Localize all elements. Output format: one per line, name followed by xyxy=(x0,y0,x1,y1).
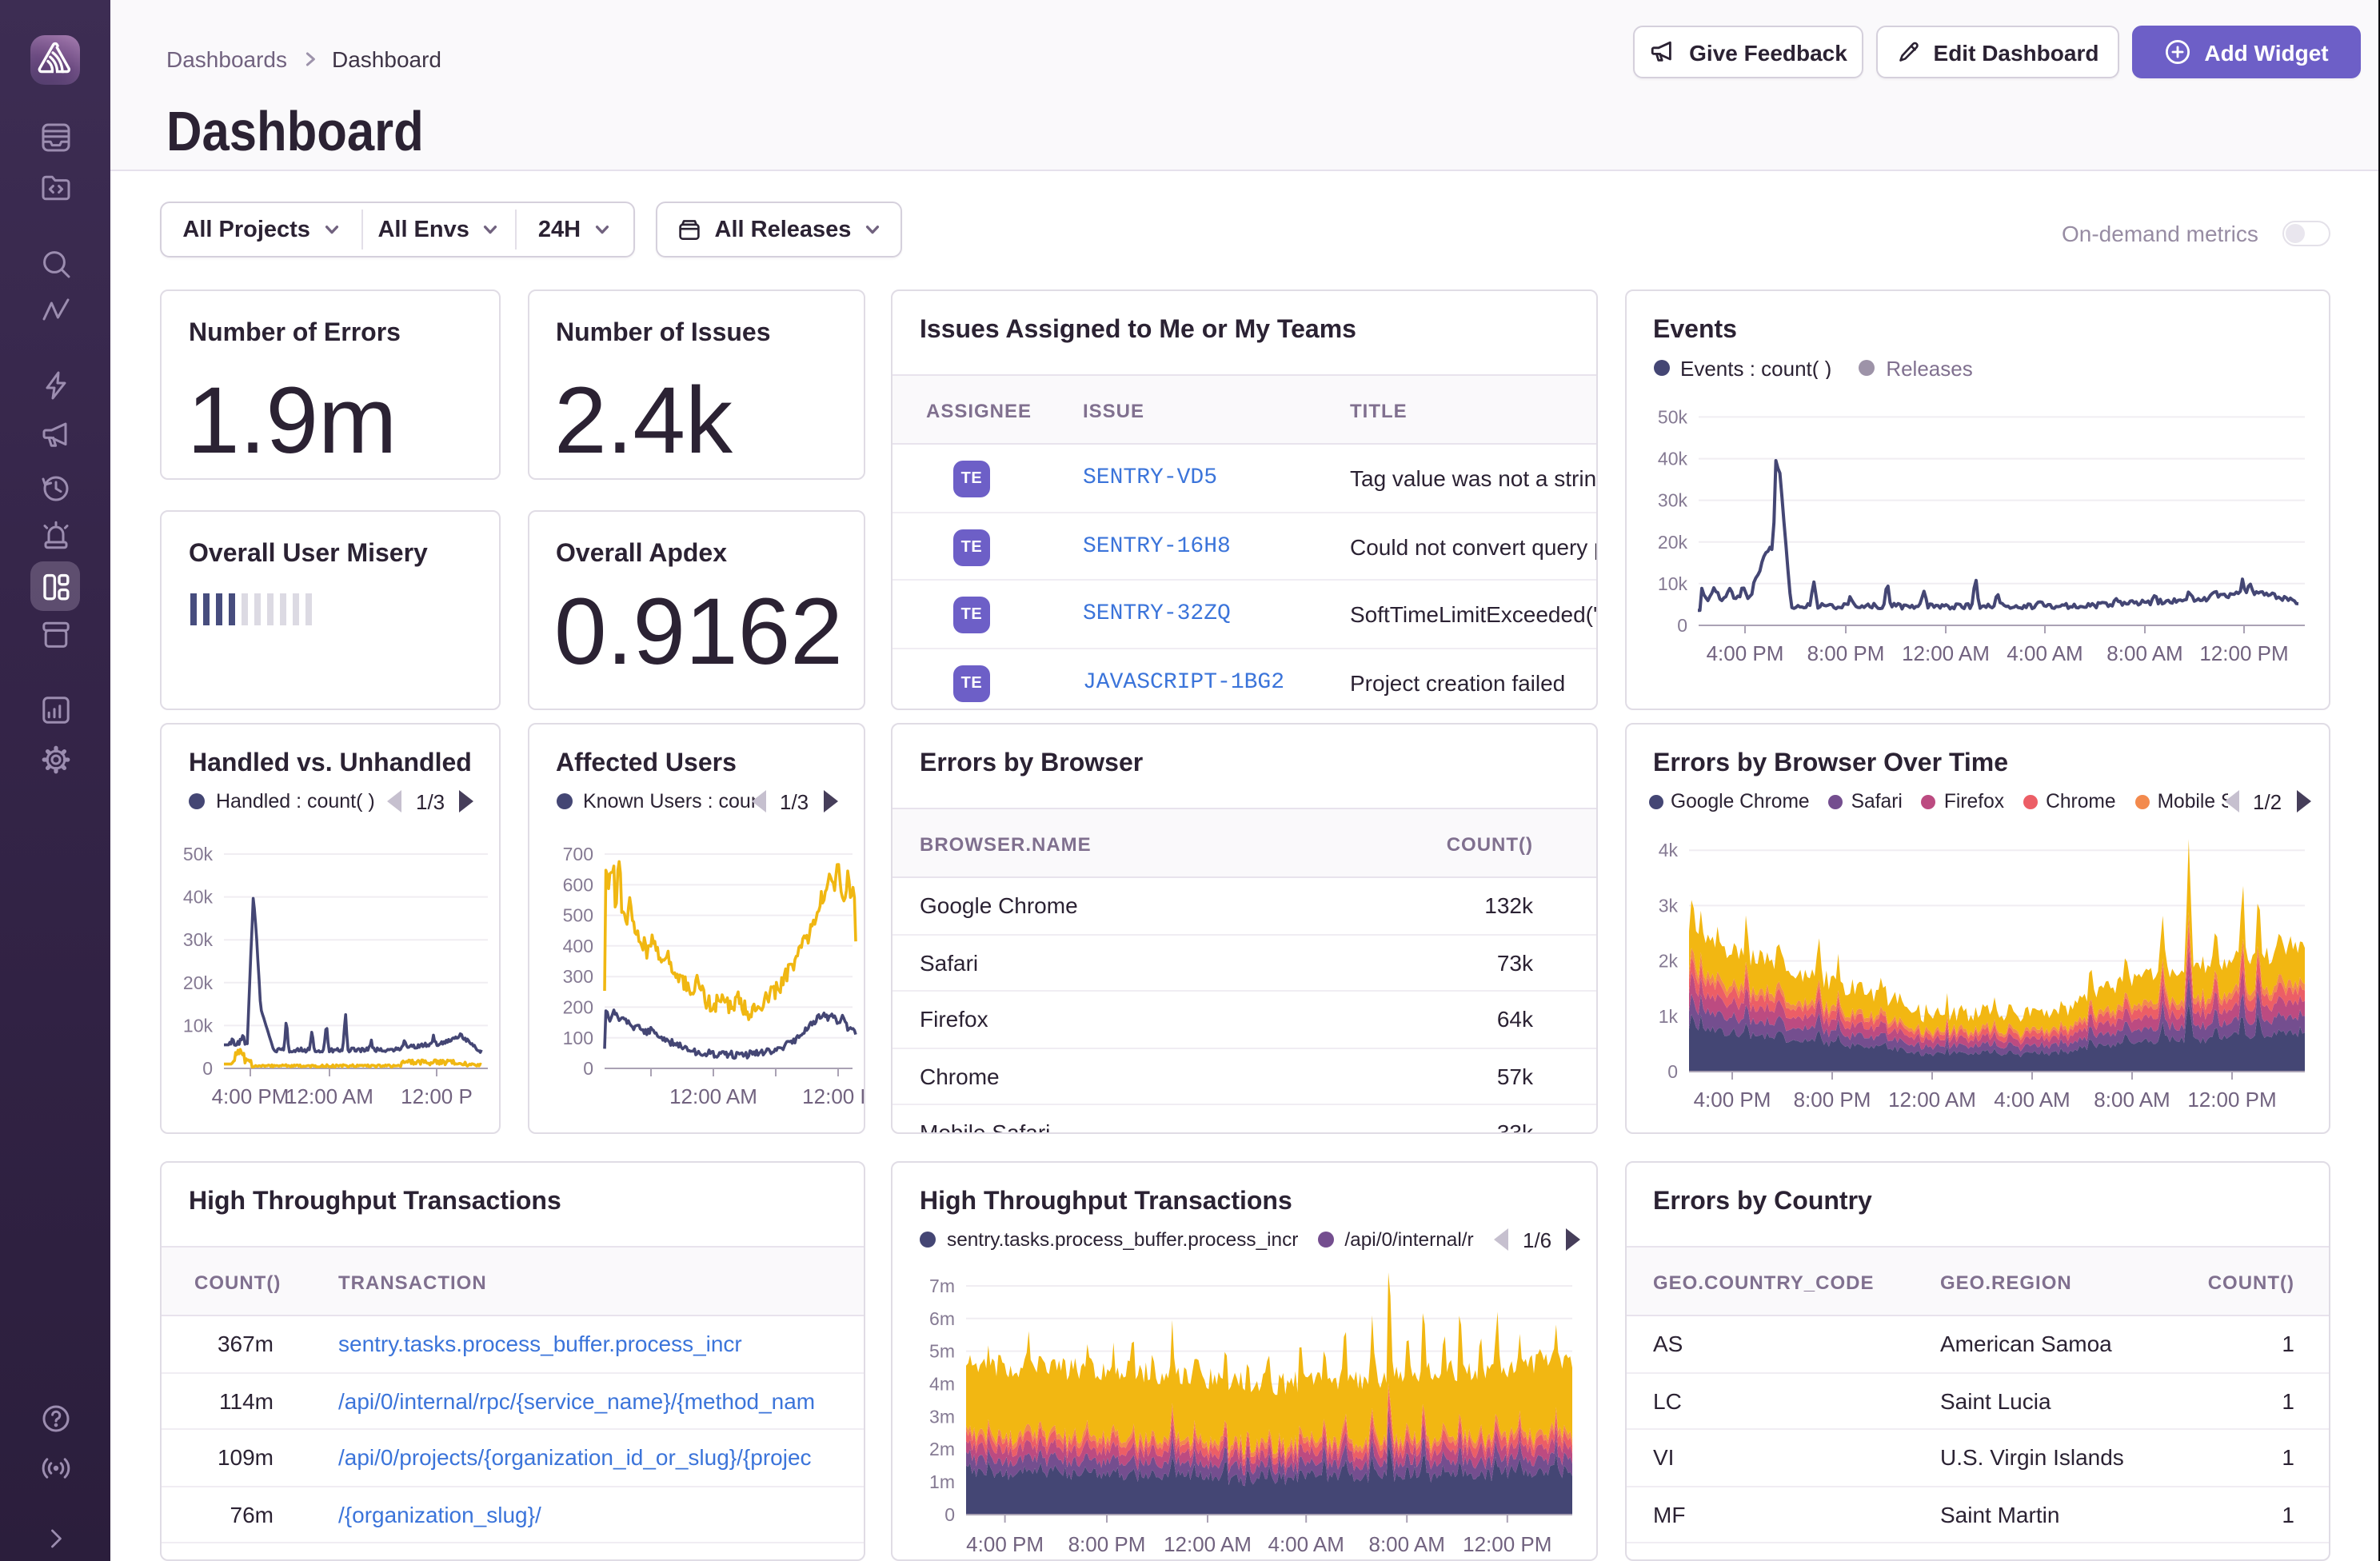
svg-text:2m: 2m xyxy=(929,1439,955,1459)
svg-text:7m: 7m xyxy=(929,1276,955,1296)
svg-text:10k: 10k xyxy=(1657,573,1687,594)
svg-text:12:00 PM: 12:00 PM xyxy=(2198,641,2287,665)
svg-text:3k: 3k xyxy=(1658,895,1678,916)
svg-text:8:00 PM: 8:00 PM xyxy=(1068,1532,1146,1556)
svg-text:3m: 3m xyxy=(929,1406,955,1427)
svg-text:12:00 AM: 12:00 AM xyxy=(1887,1088,1975,1112)
svg-text:12:00 P: 12:00 P xyxy=(801,1084,865,1108)
svg-text:40k: 40k xyxy=(1657,449,1687,469)
svg-text:12:00 PM: 12:00 PM xyxy=(2186,1088,2275,1112)
svg-text:0: 0 xyxy=(944,1504,955,1525)
svg-text:4k: 4k xyxy=(1658,840,1678,860)
svg-text:4:00 AM: 4:00 AM xyxy=(1268,1532,1344,1556)
svg-text:1k: 1k xyxy=(1658,1006,1678,1027)
svg-text:4:00 AM: 4:00 AM xyxy=(1993,1088,2069,1112)
svg-text:4:00 AM: 4:00 AM xyxy=(2006,641,2082,665)
svg-text:6m: 6m xyxy=(929,1308,955,1329)
svg-text:30k: 30k xyxy=(183,929,214,950)
svg-text:12:00 AM: 12:00 AM xyxy=(1164,1532,1252,1556)
svg-text:4:00 PM: 4:00 PM xyxy=(966,1532,1044,1556)
svg-text:30k: 30k xyxy=(1657,490,1687,511)
svg-text:2k: 2k xyxy=(1658,951,1678,972)
svg-text:100: 100 xyxy=(562,1028,593,1048)
svg-text:400: 400 xyxy=(562,936,593,956)
svg-text:5m: 5m xyxy=(929,1341,955,1362)
svg-text:10k: 10k xyxy=(183,1015,214,1036)
svg-text:4m: 4m xyxy=(929,1374,955,1395)
svg-text:4:00 PM: 4:00 PM xyxy=(1693,1088,1771,1112)
svg-text:8:00 AM: 8:00 AM xyxy=(2106,641,2182,665)
svg-text:12:00 P: 12:00 P xyxy=(401,1084,473,1108)
svg-text:50k: 50k xyxy=(1657,406,1687,427)
svg-text:20k: 20k xyxy=(183,972,214,993)
svg-text:200: 200 xyxy=(562,996,593,1017)
svg-text:4:00 PM: 4:00 PM xyxy=(212,1084,290,1108)
svg-text:4:00 PM: 4:00 PM xyxy=(1706,641,1783,665)
svg-text:40k: 40k xyxy=(183,887,214,908)
svg-text:1m: 1m xyxy=(929,1471,955,1492)
svg-text:8:00 PM: 8:00 PM xyxy=(1807,641,1884,665)
svg-text:8:00 AM: 8:00 AM xyxy=(2093,1088,2169,1112)
svg-text:600: 600 xyxy=(562,874,593,895)
svg-text:12:00 PM: 12:00 PM xyxy=(1463,1532,1551,1556)
svg-text:700: 700 xyxy=(562,844,593,864)
svg-text:50k: 50k xyxy=(183,844,214,864)
svg-text:0: 0 xyxy=(1676,615,1687,636)
svg-text:12:00 AM: 12:00 AM xyxy=(1901,641,1989,665)
svg-text:0: 0 xyxy=(1667,1061,1677,1082)
svg-text:20k: 20k xyxy=(1657,532,1687,553)
svg-text:300: 300 xyxy=(562,966,593,987)
svg-text:0: 0 xyxy=(582,1058,593,1079)
svg-text:8:00 PM: 8:00 PM xyxy=(1793,1088,1871,1112)
svg-text:500: 500 xyxy=(562,905,593,926)
svg-text:12:00 AM: 12:00 AM xyxy=(669,1084,757,1108)
svg-text:12:00 AM: 12:00 AM xyxy=(286,1084,373,1108)
svg-text:0: 0 xyxy=(202,1058,213,1079)
svg-text:8:00 AM: 8:00 AM xyxy=(1368,1532,1444,1556)
